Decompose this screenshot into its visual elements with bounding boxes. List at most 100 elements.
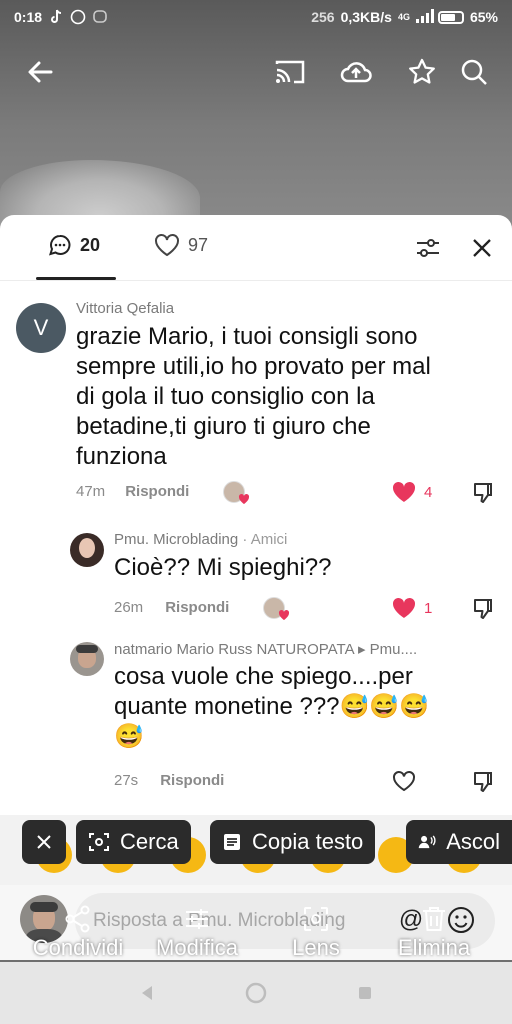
copy-label: Copia testo — [252, 829, 364, 854]
network-prefix: 256 — [311, 9, 335, 25]
network-speed: 0,3KB/s — [340, 9, 392, 25]
nav-recents-icon[interactable] — [357, 985, 373, 1001]
comment-reply-item[interactable]: natmario Mario Russ NATUROPATA ▸ Pmu....… — [70, 640, 500, 800]
tab-likes[interactable]: 97 — [154, 233, 208, 257]
search-icon[interactable] — [454, 52, 494, 92]
heart-outline-icon[interactable] — [392, 770, 416, 792]
share-action[interactable]: Condividi — [22, 905, 134, 961]
share-label: Condividi — [32, 935, 124, 960]
comment-text-line: sempre utili,io ho provato per mal — [76, 353, 431, 380]
lens-search-icon — [89, 833, 109, 851]
cast-icon[interactable] — [270, 52, 310, 92]
comment-text-line: cosa vuole che spiego....per — [114, 663, 413, 690]
comment-meta: 47m Rispondi — [76, 483, 189, 500]
comment-text-line: di gola il tuo consiglio con la — [76, 383, 375, 410]
dislike-icon[interactable] — [471, 770, 495, 794]
upload-icon[interactable] — [336, 52, 376, 92]
lens-icon — [304, 907, 328, 931]
edit-action[interactable]: Modifica — [146, 905, 248, 961]
status-bar: 0:18 256 0,3KB/s 4G 65% — [0, 0, 512, 34]
viber-notification-icon — [92, 9, 108, 25]
comment-text[interactable]: Cioè?? Mi spieghi?? — [114, 553, 331, 583]
close-icon[interactable] — [467, 233, 497, 263]
avatar[interactable] — [70, 533, 104, 567]
comment-text[interactable]: cosa vuole che spiego....per quante mone… — [114, 662, 494, 752]
nav-home-icon[interactable] — [245, 982, 267, 1004]
comments-count: 20 — [80, 234, 101, 255]
edit-label: Modifica — [156, 935, 238, 960]
adjust-sliders-icon — [186, 909, 208, 929]
reply-button[interactable]: Rispondi — [125, 483, 189, 500]
reply-button[interactable]: Rispondi — [165, 599, 229, 616]
comments-header: 20 97 — [0, 215, 512, 281]
copy-text-icon — [224, 834, 240, 850]
tiktok-notification-icon — [48, 9, 64, 25]
video-backdrop — [0, 0, 512, 230]
filter-sliders-icon[interactable] — [413, 233, 443, 263]
system-navigation-bar — [0, 962, 512, 1024]
avatar[interactable] — [70, 642, 104, 676]
listen-label: Ascol — [446, 829, 500, 854]
comment-author[interactable]: Pmu. Microblading · Amici — [114, 531, 287, 548]
likes-count: 97 — [188, 234, 209, 255]
like-button[interactable]: 4 — [392, 481, 432, 503]
share-icon — [65, 905, 90, 933]
comment-meta: 27s Rispondi — [114, 772, 224, 789]
comment-author-name: Pmu. Microblading — [114, 531, 239, 548]
heart-filled-icon — [392, 481, 416, 502]
creator-heart-icon — [278, 610, 290, 620]
dislike-icon[interactable] — [471, 481, 495, 505]
lens-action[interactable]: Lens — [286, 905, 346, 961]
listen-button[interactable]: Ascol — [406, 820, 512, 864]
lens-label: Lens — [292, 935, 340, 960]
comment-text-line: quante monetine ???😅😅😅 — [114, 693, 430, 720]
comments-sheet: 20 97 V Vittoria Qefalia grazie Mario, i… — [0, 215, 512, 815]
nav-back-icon[interactable] — [139, 984, 155, 1002]
friend-tag: · Amici — [242, 531, 288, 548]
star-icon[interactable] — [402, 52, 442, 92]
signal-icon — [415, 9, 434, 25]
network-type: 4G — [397, 12, 410, 22]
whatsapp-notification-icon — [70, 9, 86, 25]
like-button[interactable]: 1 — [392, 597, 432, 619]
status-time: 0:18 — [14, 9, 43, 25]
dislike-icon[interactable] — [471, 597, 495, 621]
text-selection-toolbar: Cerca Copia testo Ascol — [0, 820, 512, 864]
copy-text-button[interactable]: Copia testo — [210, 820, 376, 864]
player-toolbar — [0, 52, 512, 100]
comment-text-line: grazie Mario, i tuoi consigli sono — [76, 323, 418, 350]
comment-text-line: Cioè?? Mi spieghi?? — [114, 554, 332, 581]
comment-text[interactable]: grazie Mario, i tuoi consigli sono sempr… — [76, 322, 496, 472]
creator-heart-icon — [238, 494, 250, 504]
delete-action[interactable]: Elimina — [392, 905, 476, 961]
trash-icon — [423, 907, 445, 931]
comment-author[interactable]: natmario Mario Russ NATUROPATA ▸ Pmu.... — [114, 640, 417, 658]
comment-author[interactable]: Vittoria Qefalia — [76, 300, 174, 317]
comment-age: 47m — [76, 483, 106, 500]
comment-text-line: 😅 — [114, 723, 144, 750]
close-icon — [37, 835, 51, 849]
battery-icon — [437, 10, 464, 24]
comment-text-line: betadine,ti giuro ti giuro che — [76, 413, 371, 440]
comment-text-line: funziona — [76, 443, 167, 470]
delete-label: Elimina — [397, 935, 471, 960]
avatar[interactable]: V — [16, 303, 66, 353]
comment-bubble-icon — [49, 234, 71, 256]
selection-close-button[interactable] — [22, 820, 66, 864]
comment-age: 27s — [114, 772, 139, 789]
tab-comments[interactable]: 20 — [48, 233, 100, 257]
search-label: Cerca — [120, 829, 179, 854]
heart-filled-icon — [392, 597, 416, 618]
comment-reply-item[interactable]: Pmu. Microblading · Amici Cioè?? Mi spie… — [70, 531, 500, 631]
listen-icon — [418, 835, 436, 849]
comment-age: 26m — [114, 599, 144, 616]
lens-search-button[interactable]: Cerca — [76, 820, 191, 864]
comment-item[interactable]: V Vittoria Qefalia grazie Mario, i tuoi … — [16, 300, 496, 510]
like-count: 1 — [424, 599, 433, 617]
comment-meta: 26m Rispondi — [114, 599, 229, 616]
battery-percent: 65% — [469, 9, 498, 25]
active-tab-indicator — [36, 277, 116, 280]
reply-button[interactable]: Rispondi — [160, 772, 224, 789]
back-arrow-icon[interactable] — [20, 52, 60, 92]
like-count: 4 — [424, 483, 433, 501]
